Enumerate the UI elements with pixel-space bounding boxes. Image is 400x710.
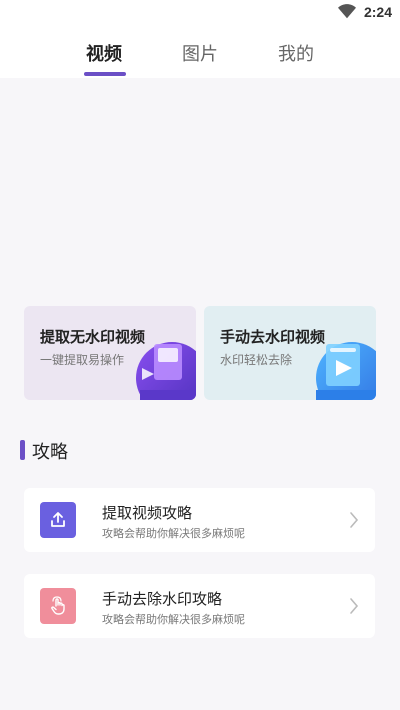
guide-subtitle: 攻略会帮助你解决很多麻烦呢 [102, 613, 245, 626]
status-time: 2:24 [363, 4, 392, 20]
blue-video-illustration [316, 342, 376, 400]
guide-item-extract-video[interactable]: 提取视频攻略 攻略会帮助你解决很多麻烦呢 [24, 488, 375, 552]
guide-subtitle: 攻略会帮助你解决很多麻烦呢 [102, 527, 245, 540]
status-bar: 2:24 [0, 0, 400, 26]
manual-remove-watermark-card[interactable]: 手动去水印视频 水印轻松去除 [204, 306, 376, 400]
tab-bar: 视频 图片 我的 [0, 26, 400, 78]
card-title: 手动去水印视频 [220, 328, 326, 346]
card-subtitle: 水印轻松去除 [220, 353, 293, 367]
section-marker [20, 440, 25, 460]
guide-title: 提取视频攻略 [102, 504, 193, 522]
chevron-right-icon [350, 512, 359, 528]
guide-title: 手动去除水印攻略 [102, 590, 223, 608]
section-title: 攻略 [32, 442, 68, 463]
active-tab-indicator [84, 72, 126, 76]
extract-video-card[interactable]: 提取无水印视频 一键提取易操作 [24, 306, 196, 400]
card-subtitle: 一键提取易操作 [40, 353, 125, 367]
guide-item-manual-remove[interactable]: 手动去除水印攻略 攻略会帮助你解决很多麻烦呢 [24, 574, 375, 638]
hand-tap-icon [40, 588, 76, 624]
tab-mine[interactable]: 我的 [266, 40, 326, 66]
chevron-right-icon [350, 598, 359, 614]
tab-image[interactable]: 图片 [170, 40, 230, 66]
upload-icon [40, 502, 76, 538]
purple-video-illustration [136, 342, 196, 400]
tab-video[interactable]: 视频 [74, 40, 134, 66]
wifi-icon [338, 4, 356, 19]
card-title: 提取无水印视频 [40, 328, 146, 346]
